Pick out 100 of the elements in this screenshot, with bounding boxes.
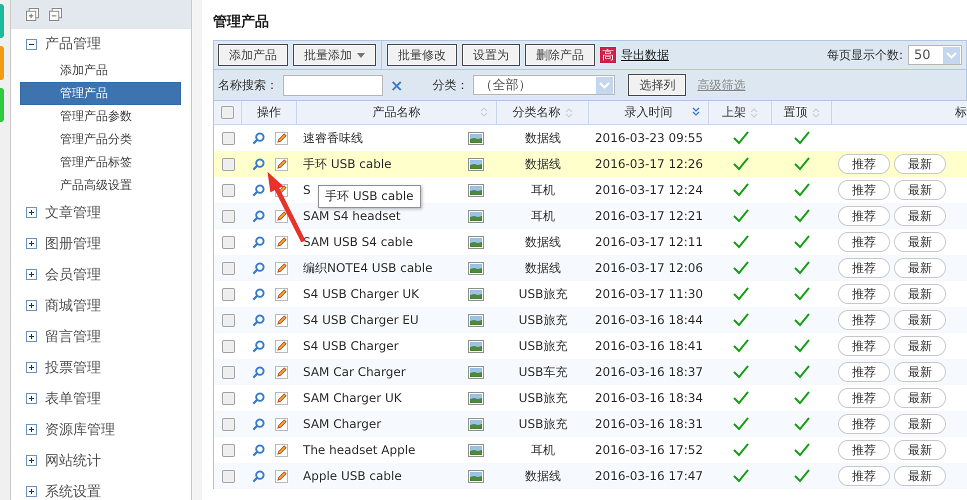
sidebar-group[interactable]: 网站统计 <box>45 452 101 470</box>
image-icon[interactable] <box>468 132 484 144</box>
tag-button[interactable]: 推荐 <box>838 362 890 382</box>
tag-button[interactable]: 推荐 <box>838 440 890 460</box>
row-checkbox[interactable] <box>222 314 234 326</box>
tag-button[interactable]: 推荐 <box>838 388 890 408</box>
sidebar-group[interactable]: 文章管理 <box>45 204 101 222</box>
check-icon[interactable] <box>732 339 748 353</box>
tag-button[interactable]: 最新 <box>894 414 946 434</box>
tag-button[interactable]: 最新 <box>894 154 946 174</box>
expand-icon[interactable] <box>26 238 37 249</box>
image-icon[interactable] <box>468 158 484 170</box>
pencil-icon[interactable] <box>274 340 288 352</box>
table-row[interactable]: SAM Car Charger USB车充 2016-03-16 18:37 推荐 最新 <box>213 359 967 385</box>
tag-button[interactable]: 最新 <box>894 310 946 330</box>
export-link[interactable]: 导出数据 <box>621 46 669 64</box>
image-icon[interactable] <box>468 288 484 300</box>
sidebar-item[interactable]: 管理产品 <box>20 82 181 105</box>
image-icon[interactable] <box>468 236 484 248</box>
check-icon[interactable] <box>732 365 748 379</box>
column-header[interactable]: 分类名称 <box>512 104 560 121</box>
sidebar-group[interactable]: 资源库管理 <box>45 420 115 438</box>
pencil-icon[interactable] <box>274 444 288 456</box>
row-checkbox[interactable] <box>222 210 234 222</box>
sidebar-group[interactable]: 投票管理 <box>45 358 101 376</box>
image-icon[interactable] <box>468 444 484 456</box>
search-icon[interactable] <box>252 158 264 170</box>
column-header[interactable]: 置顶 <box>784 104 808 121</box>
sidebar-item[interactable]: 管理产品参数 <box>20 105 181 128</box>
check-icon[interactable] <box>732 443 748 457</box>
tag-button[interactable]: 最新 <box>894 232 946 252</box>
check-icon[interactable] <box>794 365 810 379</box>
image-icon[interactable] <box>468 314 484 326</box>
sidebar-group[interactable]: 产品管理 <box>45 35 101 53</box>
image-icon[interactable] <box>468 366 484 378</box>
check-icon[interactable] <box>732 235 748 249</box>
search-icon[interactable] <box>252 418 264 430</box>
check-icon[interactable] <box>794 157 810 171</box>
pencil-icon[interactable] <box>274 262 288 274</box>
table-row[interactable]: SAM Charger USB旅充 2016-03-16 18:31 推荐 最新 <box>213 411 967 437</box>
pencil-icon[interactable] <box>274 158 288 170</box>
image-icon[interactable] <box>468 392 484 404</box>
expand-icon[interactable] <box>26 300 37 311</box>
row-checkbox[interactable] <box>222 444 234 456</box>
tag-button[interactable]: 推荐 <box>838 414 890 434</box>
tag-button[interactable]: 最新 <box>894 180 946 200</box>
sidebar-group[interactable]: 系统设置 <box>45 482 101 500</box>
sort-descending-icon[interactable] <box>692 106 700 118</box>
tag-button[interactable]: 最新 <box>894 284 946 304</box>
tag-button[interactable]: 推荐 <box>838 466 890 486</box>
check-icon[interactable] <box>732 209 748 223</box>
check-icon[interactable] <box>794 131 810 145</box>
pencil-icon[interactable] <box>274 418 288 430</box>
collapse-all-icon[interactable] <box>49 8 62 21</box>
row-checkbox[interactable] <box>222 288 234 300</box>
sidebar-item[interactable]: 管理产品分类 <box>20 128 181 151</box>
check-icon[interactable] <box>794 469 810 483</box>
check-icon[interactable] <box>794 183 810 197</box>
table-row[interactable]: 编织NOTE4 USB cable 数据线 2016-03-17 12:06 推荐 最新 <box>213 255 967 281</box>
check-icon[interactable] <box>794 261 810 275</box>
expand-icon[interactable] <box>26 424 37 435</box>
tag-button[interactable]: 最新 <box>894 362 946 382</box>
per-page-select[interactable]: 50 <box>908 45 962 65</box>
toolbar-button[interactable]: 批量添加 <box>293 44 376 66</box>
collapse-icon[interactable] <box>26 38 37 50</box>
row-checkbox[interactable] <box>222 132 234 144</box>
table-row[interactable]: 手环 USB cable 数据线 2016-03-17 12:26 推荐 最新 <box>213 151 967 177</box>
tag-button[interactable]: 最新 <box>894 206 946 226</box>
expand-icon[interactable] <box>26 207 37 218</box>
search-icon[interactable] <box>252 184 264 196</box>
tag-button[interactable]: 最新 <box>894 388 946 408</box>
toolbar-button[interactable]: 添加产品 <box>218 44 288 66</box>
choose-columns-button[interactable]: 选择列 <box>628 74 686 96</box>
tag-button[interactable]: 推荐 <box>838 284 890 304</box>
select-all-checkbox[interactable] <box>221 106 234 119</box>
pencil-icon[interactable] <box>274 288 288 300</box>
image-icon[interactable] <box>468 210 484 222</box>
search-icon[interactable] <box>252 340 264 352</box>
search-icon[interactable] <box>252 288 264 300</box>
image-icon[interactable] <box>468 184 484 196</box>
pencil-icon[interactable] <box>274 366 288 378</box>
search-icon[interactable] <box>252 262 264 274</box>
check-icon[interactable] <box>794 287 810 301</box>
tag-button[interactable]: 推荐 <box>838 154 890 174</box>
check-icon[interactable] <box>732 131 748 145</box>
tag-button[interactable]: 最新 <box>894 258 946 278</box>
check-icon[interactable] <box>732 261 748 275</box>
tag-button[interactable]: 推荐 <box>838 232 890 252</box>
search-icon[interactable] <box>252 444 264 456</box>
toolbar-button[interactable]: 删除产品 <box>525 44 595 66</box>
tag-button[interactable]: 推荐 <box>838 336 890 356</box>
expand-icon[interactable] <box>26 393 37 404</box>
row-checkbox[interactable] <box>222 236 234 248</box>
tag-button[interactable]: 最新 <box>894 440 946 460</box>
image-icon[interactable] <box>468 262 484 274</box>
table-row[interactable]: SAM S4 headset 耳机 2016-03-17 12:21 推荐 最新 <box>213 203 967 229</box>
check-icon[interactable] <box>732 391 748 405</box>
category-select[interactable]: （全部） <box>473 75 616 95</box>
toolbar-button[interactable]: 批量修改 <box>387 44 457 66</box>
image-icon[interactable] <box>468 340 484 352</box>
